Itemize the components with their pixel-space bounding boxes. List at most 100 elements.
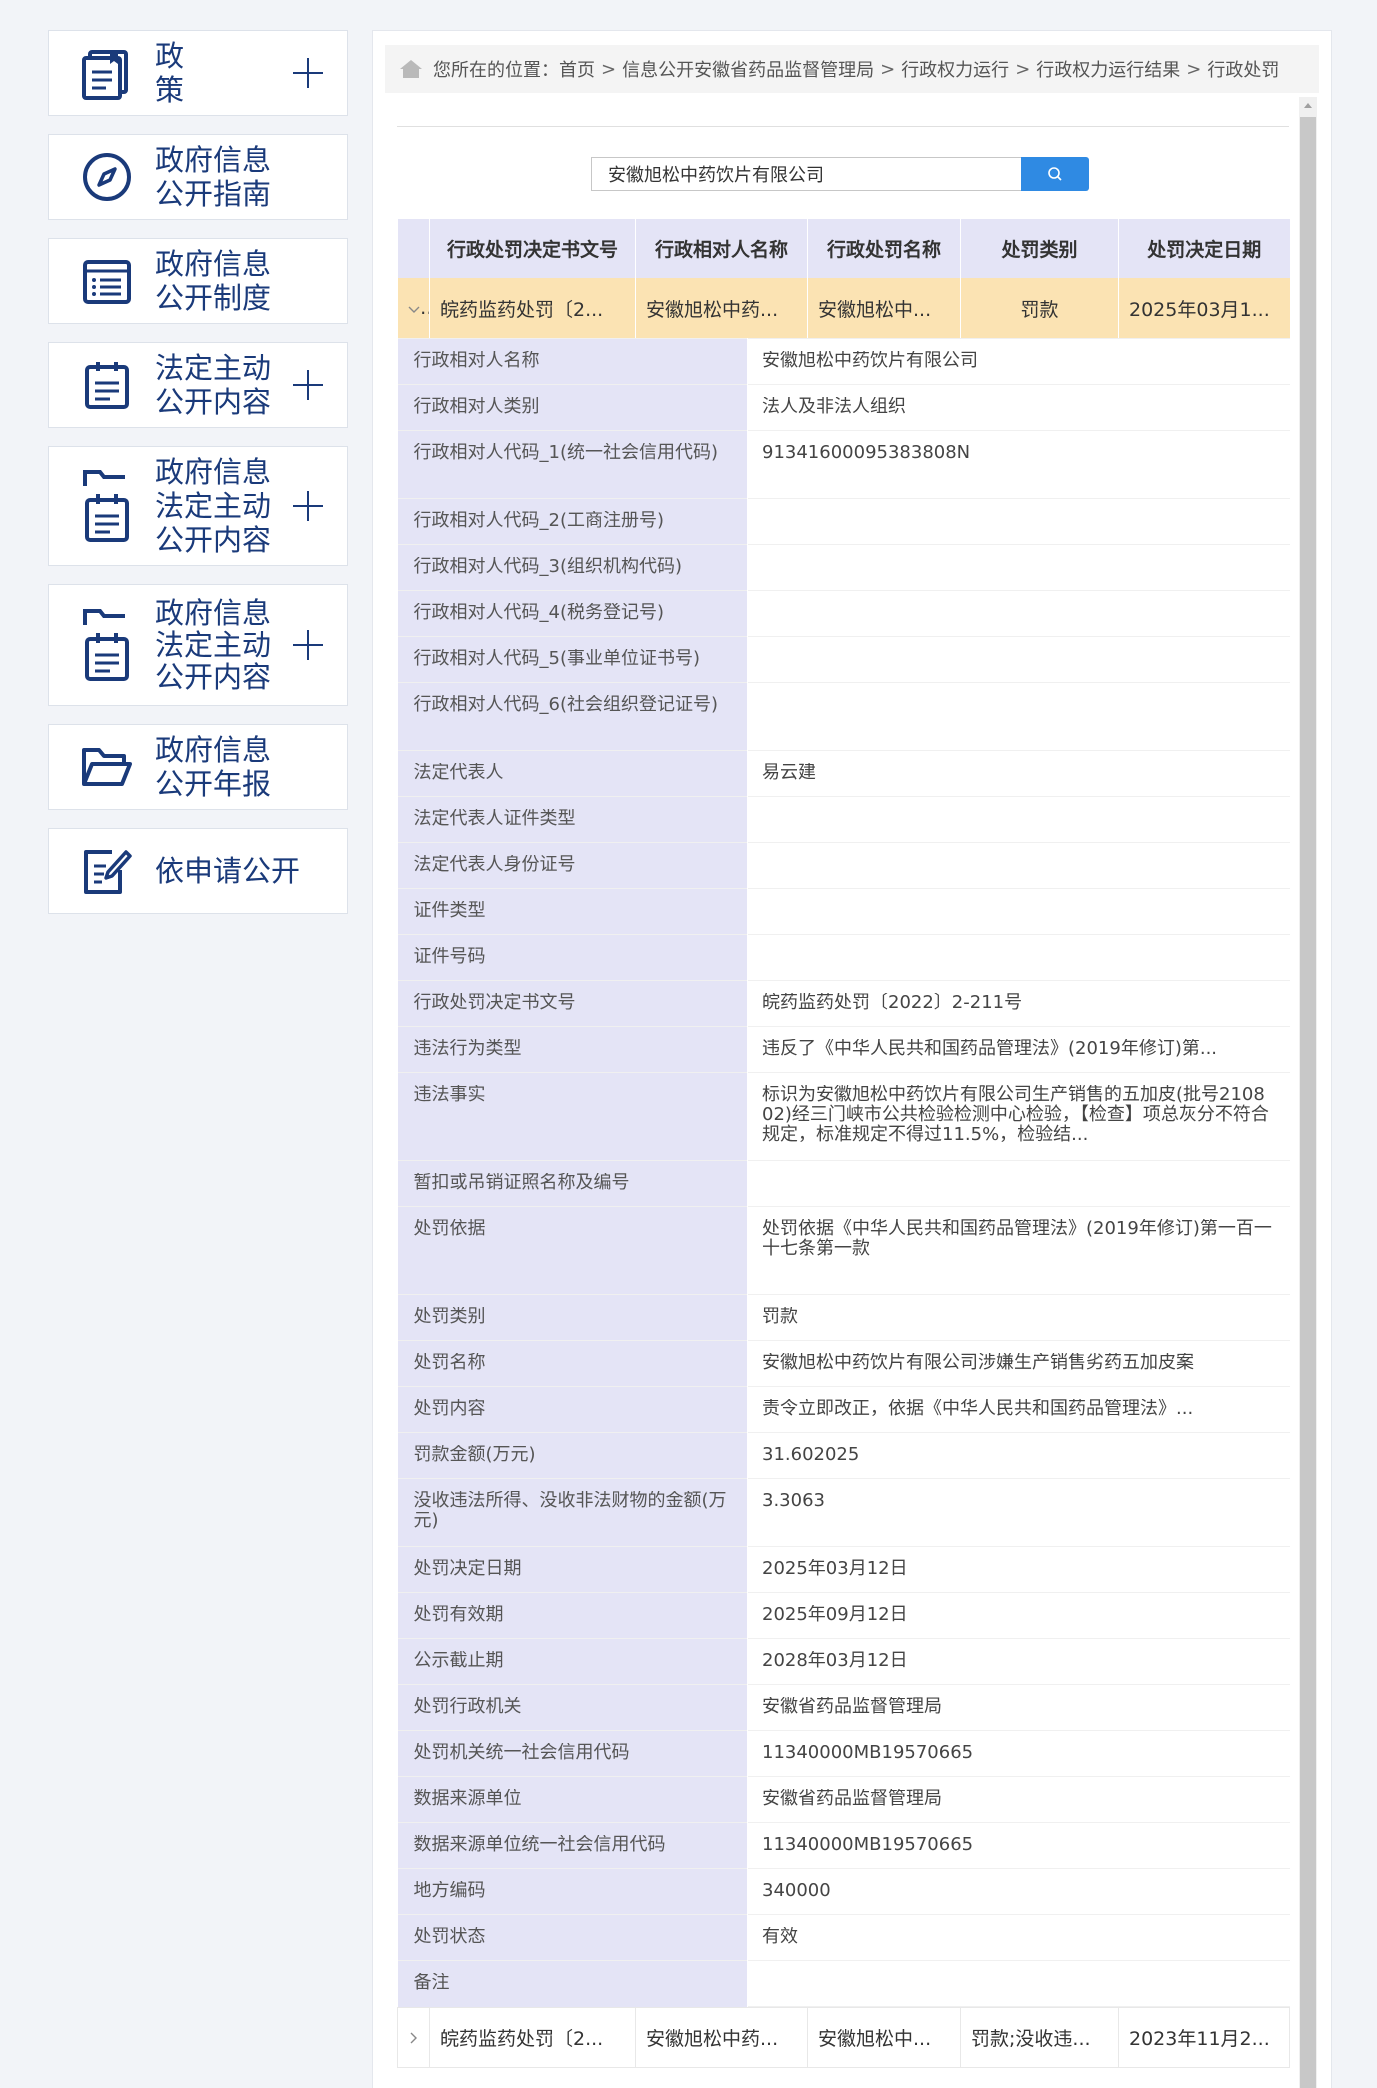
detail-key-text: 法定代表人身份证号 — [413, 855, 576, 875]
detail-key: 暂扣或吊销证照名称及编号 — [397, 1160, 748, 1207]
detail-field-row: 违法行为类型 违反了《中华人民共和国药品管理法》(2019年修订)第... — [397, 1026, 1290, 1073]
detail-key: 数据来源单位统一社会信用代码 — [397, 1822, 748, 1869]
detail-field-row: 法定代表人证件类型 — [397, 796, 1290, 843]
detail-key-text: 处罚依据 — [413, 1219, 486, 1239]
breadcrumb-separator: > — [601, 58, 617, 80]
table-cell: 安徽旭松中... — [807, 278, 961, 338]
detail-value: 安徽省药品监督管理局 — [747, 1776, 1290, 1823]
plus-icon[interactable] — [293, 630, 323, 660]
sidebar-item-gov-statutory-1[interactable]: 政府信息法定主动公开内容 — [48, 446, 348, 566]
breadcrumb-item-results[interactable]: 行政权力运行结果 — [1036, 56, 1180, 82]
plus-icon[interactable] — [293, 370, 323, 400]
detail-value-text: 易云建 — [762, 763, 816, 783]
detail-key: 处罚状态 — [397, 1914, 748, 1961]
sidebar-item-gov-statutory-2[interactable]: 政府信息法定主动公开内容 — [48, 584, 348, 706]
detail-value: 31.602025 — [747, 1432, 1290, 1479]
search-input[interactable] — [591, 157, 1025, 191]
detail-key-text: 证件类型 — [413, 901, 486, 921]
detail-field-row: 处罚依据 处罚依据《中华人民共和国药品管理法》(2019年修订)第一百一十七条第一… — [397, 1206, 1290, 1295]
detail-field-row: 数据来源单位 安徽省药品监督管理局 — [397, 1776, 1290, 1823]
detail-value-text: 11340000MB19570665 — [762, 1743, 974, 1763]
detail-value — [747, 1960, 1290, 2007]
folder-clipboard-icon — [77, 600, 137, 690]
detail-value-text: 安徽省药品监督管理局 — [762, 1789, 942, 1809]
detail-field-row: 处罚有效期 2025年09月12日 — [397, 1592, 1290, 1639]
detail-value — [747, 590, 1290, 637]
detail-value-text: 2025年03月12日 — [762, 1559, 908, 1579]
detail-key-text: 处罚内容 — [413, 1399, 486, 1419]
detail-value-text: 有效 — [762, 1927, 798, 1947]
column-header: 行政相对人名称 — [635, 219, 808, 278]
scrollbar[interactable] — [1299, 97, 1317, 2088]
list-doc-icon — [77, 251, 137, 311]
plus-icon[interactable] — [293, 58, 323, 88]
table-cell: 安徽旭松中药... — [635, 278, 808, 338]
detail-key-text: 处罚名称 — [413, 1353, 486, 1373]
detail-key: 处罚有效期 — [397, 1592, 748, 1639]
detail-value-text: 责令立即改正，依据《中华人民共和国药品管理法》... — [762, 1399, 1194, 1419]
detail-key-text: 行政相对人代码_2(工商注册号) — [413, 511, 665, 531]
detail-key-text: 处罚行政机关 — [413, 1697, 522, 1717]
sidebar-item-label: 政府信息法定主动公开内容 — [155, 455, 272, 557]
detail-key-text: 行政相对人代码_1(统一社会信用代码) — [413, 443, 719, 463]
detail-key-text: 处罚有效期 — [413, 1605, 504, 1625]
sidebar-item-policy[interactable]: 政策 — [48, 30, 348, 116]
scroll-up-icon[interactable] — [1299, 97, 1317, 115]
breadcrumb-item-home[interactable]: 首页 — [559, 56, 595, 82]
column-header: 行政处罚名称 — [807, 219, 961, 278]
detail-key: 罚款金额(万元) — [397, 1432, 748, 1479]
detail-value: 标识为安徽旭松中药饮片有限公司生产销售的五加皮(批号210802)经三门峡市公共… — [747, 1072, 1290, 1161]
folder-open-icon — [77, 737, 137, 797]
detail-value: 皖药监药处罚〔2022〕2-211号 — [747, 980, 1290, 1027]
detail-key: 没收违法所得、没收非法财物的金额(万元) — [397, 1478, 748, 1547]
detail-key: 行政相对人代码_6(社会组织登记证号) — [397, 682, 748, 751]
book-icon — [77, 43, 137, 103]
detail-key-text: 行政相对人代码_6(社会组织登记证号) — [413, 695, 719, 715]
detail-field-row: 处罚决定日期 2025年03月12日 — [397, 1546, 1290, 1593]
detail-key-text: 证件号码 — [413, 947, 486, 967]
detail-key: 处罚名称 — [397, 1340, 748, 1387]
detail-table: 行政相对人名称 安徽旭松中药饮片有限公司 行政相对人类别 法人及非法人组织 行政相对人代… — [397, 338, 1290, 2007]
breadcrumb-item-penalty[interactable]: 行政处罚 — [1207, 56, 1279, 82]
detail-key: 处罚类别 — [397, 1294, 748, 1341]
plus-icon[interactable] — [293, 491, 323, 521]
folder-clipboard-icon — [77, 461, 137, 551]
breadcrumb-separator: > — [1015, 58, 1031, 80]
sidebar-item-statutory[interactable]: 法定主动公开内容 — [48, 342, 348, 428]
detail-key: 违法事实 — [397, 1072, 748, 1161]
scroll-thumb[interactable] — [1300, 117, 1316, 2088]
detail-value: 安徽省药品监督管理局 — [747, 1684, 1290, 1731]
detail-value: 有效 — [747, 1914, 1290, 1961]
detail-field-row: 证件号码 — [397, 934, 1290, 981]
detail-key-text: 行政相对人类别 — [413, 397, 540, 417]
detail-field-row: 处罚名称 安徽旭松中药饮片有限公司涉嫌生产销售劣药五加皮案 — [397, 1340, 1290, 1387]
table-row[interactable]: 皖药监药处罚〔2... 安徽旭松中药... 安徽旭松中... 罚款;没收违...… — [397, 2007, 1290, 2068]
sidebar-item-system[interactable]: 政府信息公开制度 — [48, 238, 348, 324]
divider — [397, 126, 1289, 127]
detail-field-row: 法定代表人 易云建 — [397, 750, 1290, 797]
detail-value-text: 处罚依据《中华人民共和国药品管理法》(2019年修订)第一百一十七条第一款 — [762, 1219, 1272, 1259]
detail-value: 违反了《中华人民共和国药品管理法》(2019年修订)第... — [747, 1026, 1290, 1073]
chevron-down-icon[interactable] — [397, 278, 430, 338]
detail-key-text: 行政处罚决定书文号 — [413, 993, 576, 1013]
detail-value: 340000 — [747, 1868, 1290, 1915]
detail-key-text: 行政相对人代码_5(事业单位证书号) — [413, 649, 701, 669]
sidebar-item-apply[interactable]: 依申请公开 — [48, 828, 348, 914]
sidebar-item-guide[interactable]: 政府信息公开指南 — [48, 134, 348, 220]
detail-value-text: 罚款 — [762, 1307, 798, 1327]
detail-key: 行政处罚决定书文号 — [397, 980, 748, 1027]
chevron-right-icon[interactable] — [397, 2007, 430, 2068]
search-button[interactable] — [1021, 157, 1089, 191]
sidebar-item-annual-report[interactable]: 政府信息公开年报 — [48, 724, 348, 810]
detail-value-text: 91341600095383808N — [762, 443, 971, 463]
clipboard-icon — [77, 355, 137, 415]
breadcrumb-prefix: 您所在的位置： — [433, 60, 559, 81]
detail-key: 备注 — [397, 1960, 748, 2007]
table-row[interactable]: 皖药监药处罚〔2... 安徽旭松中药... 安徽旭松中... 罚款 2025年0… — [397, 278, 1290, 338]
breadcrumb-item-power[interactable]: 行政权力运行 — [901, 56, 1009, 82]
breadcrumb-separator: > — [880, 58, 896, 80]
detail-value-text: 皖药监药处罚〔2022〕2-211号 — [762, 993, 1023, 1013]
detail-value: 易云建 — [747, 750, 1290, 797]
breadcrumb-item-info[interactable]: 信息公开安徽省药品监督管理局 — [622, 56, 874, 82]
detail-key: 行政相对人类别 — [397, 384, 748, 431]
